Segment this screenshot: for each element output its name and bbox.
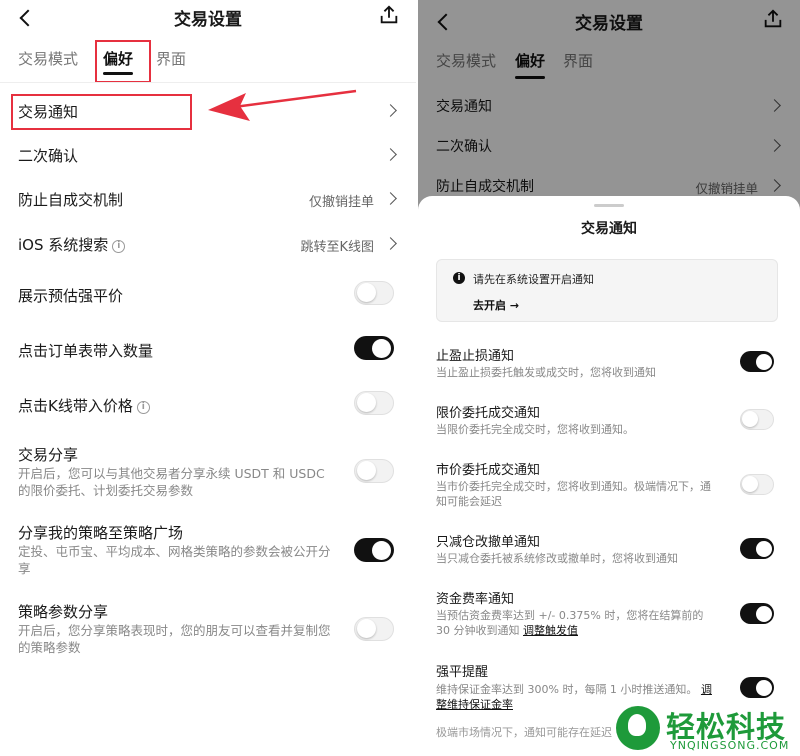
toggle-knob bbox=[372, 338, 391, 358]
page-title: 交易设置 bbox=[174, 10, 242, 30]
tab-bar: 交易模式 偏好 界面 bbox=[0, 40, 416, 80]
highlight-box-row bbox=[11, 94, 192, 130]
toggle-knob bbox=[357, 283, 376, 302]
item-label: 止盈止损通知 bbox=[436, 349, 515, 364]
toggle-switch[interactable] bbox=[354, 538, 394, 562]
info-icon[interactable]: i bbox=[136, 401, 150, 414]
row-label: 二次确认 bbox=[18, 147, 79, 165]
row-label: 点击订单表带入数量 bbox=[18, 342, 154, 360]
toggle-switch[interactable] bbox=[740, 409, 774, 430]
info-icon: i bbox=[453, 272, 465, 284]
toggle-switch[interactable] bbox=[740, 603, 774, 624]
toggle-knob bbox=[755, 679, 772, 696]
toggle-knob bbox=[357, 619, 376, 638]
row-order-qty: 点击订单表带入数量 bbox=[0, 335, 416, 365]
share-icon[interactable] bbox=[378, 4, 402, 28]
toggle-switch[interactable] bbox=[740, 677, 774, 698]
chevron-right-icon bbox=[386, 194, 396, 204]
tab-interface[interactable]: 界面 bbox=[156, 48, 186, 69]
toggle-knob bbox=[755, 540, 772, 557]
item-description: 当预估资金费率达到 +/- 0.375% 时，您将在结算前的 30 分钟收到通知… bbox=[436, 608, 714, 638]
chevron-right-icon bbox=[386, 150, 396, 160]
item-label: 只减仓改撤单通知 bbox=[436, 535, 541, 550]
footnote: 极端市场情况下，通知可能存在延迟 bbox=[436, 726, 612, 739]
row-kline-price: 点击K线带入价格 i bbox=[0, 390, 416, 420]
row-show-liq-price: 展示预估强平价 bbox=[0, 280, 416, 310]
notification-sheet: 交易通知 i 请先在系统设置开启通知 去开启 → 止盈止损通知 当止盈止损委托触… bbox=[418, 196, 800, 756]
left-screen: 交易设置 交易模式 偏好 界面 交易通知 二次确认 防止自成交机制 仅撤销挂单 … bbox=[0, 0, 416, 756]
row-ios-search[interactable]: iOS 系统搜索 i 跳转至K线图 bbox=[0, 229, 416, 259]
sheet-title: 交易通知 bbox=[581, 221, 637, 237]
toggle-switch[interactable] bbox=[740, 538, 774, 559]
row-label: 点击K线带入价格 i bbox=[18, 395, 150, 416]
red-arrow-annotation bbox=[208, 89, 357, 121]
toggle-switch[interactable] bbox=[354, 391, 394, 415]
sheet-grabber[interactable] bbox=[594, 204, 624, 207]
notice-box: i 请先在系统设置开启通知 去开启 → bbox=[436, 259, 778, 322]
item-label: 资金费率通知 bbox=[436, 592, 515, 607]
adjust-trigger-link[interactable]: 调整触发值 bbox=[523, 624, 578, 637]
row-trade-share: 交易分享 开启后，您可以与其他交易者分享永续 USDT 和 USDC 的限价委托… bbox=[0, 440, 416, 500]
toggle-knob bbox=[357, 461, 376, 480]
watermark: 轻松科技 YNQINGSONG.COM bbox=[610, 702, 800, 756]
toggle-switch[interactable] bbox=[740, 474, 774, 495]
item-label: 限价委托成交通知 bbox=[436, 406, 541, 421]
item-description: 当限价委托完全成交时，您将收到通知。 bbox=[436, 423, 634, 436]
chevron-right-icon bbox=[386, 106, 396, 116]
row-label: 分享我的策略至策略广场 bbox=[18, 524, 184, 542]
row-label: 防止自成交机制 bbox=[18, 191, 124, 209]
toggle-knob bbox=[742, 476, 758, 492]
row-label-text: 点击K线带入价格 bbox=[18, 397, 133, 415]
toggle-knob bbox=[755, 605, 772, 622]
item-description-text: 维持保证金率达到 300% 时，每隔 1 小时推送通知。 bbox=[436, 683, 698, 696]
go-enable-link[interactable]: 去开启 → bbox=[473, 297, 519, 313]
item-description: 当市价委托完全成交时，您将收到通知。极端情况下，通知可能会延迟 bbox=[436, 480, 711, 508]
toggle-knob bbox=[742, 411, 758, 427]
tab-trade-mode[interactable]: 交易模式 bbox=[18, 48, 78, 69]
row-label: 展示预估强平价 bbox=[18, 287, 124, 305]
highlight-box-tab bbox=[95, 40, 151, 83]
row-label: 策略参数分享 bbox=[18, 603, 109, 621]
item-label: 强平提醒 bbox=[436, 665, 489, 680]
row-label: 交易分享 bbox=[18, 446, 79, 464]
row-share-strategy: 分享我的策略至策略广场 定投、屯币宝、平均成本、网格类策略的参数会被公开分享 bbox=[0, 518, 416, 582]
row-label-text: iOS 系统搜索 bbox=[18, 236, 109, 254]
chevron-right-icon bbox=[386, 239, 396, 249]
row-value: 跳转至K线图 bbox=[300, 240, 374, 255]
notice-text: 请先在系统设置开启通知 bbox=[473, 273, 594, 286]
row-description: 开启后，您可以与其他交易者分享永续 USDT 和 USDC 的限价委托、计划委托… bbox=[18, 466, 325, 498]
item-label: 市价委托成交通知 bbox=[436, 463, 541, 478]
row-value: 仅撤销挂单 bbox=[308, 195, 374, 210]
toggle-knob bbox=[357, 393, 376, 412]
right-screen: 交易设置 交易模式 偏好 界面 交易通知 二次确认 防止自成交机制 仅撤销挂单 … bbox=[418, 0, 800, 756]
item-description: 当只减仓委托被系统修改或撤单时，您将收到通知 bbox=[436, 552, 678, 565]
row-description: 定投、屯币宝、平均成本、网格类策略的参数会被公开分享 bbox=[18, 544, 331, 576]
row-description: 开启后，您分享策略表现时，您的朋友可以查看并复制您的策略参数 bbox=[18, 623, 331, 655]
watermark-logo-icon bbox=[616, 706, 660, 750]
top-bar: 交易设置 bbox=[0, 0, 416, 36]
row-label: iOS 系统搜索 i bbox=[18, 234, 126, 255]
row-self-trade-prevention[interactable]: 防止自成交机制 仅撤销挂单 bbox=[0, 184, 416, 214]
watermark-subtext: YNQINGSONG.COM bbox=[670, 739, 790, 752]
item-description: 当止盈止损委托触发或成交时，您将收到通知 bbox=[436, 366, 656, 379]
toggle-switch[interactable] bbox=[354, 336, 394, 360]
divider bbox=[0, 82, 416, 83]
toggle-switch[interactable] bbox=[354, 459, 394, 483]
toggle-knob bbox=[755, 353, 772, 370]
row-strategy-params: 策略参数分享 开启后，您分享策略表现时，您的朋友可以查看并复制您的策略参数 bbox=[0, 597, 416, 661]
toggle-knob bbox=[372, 540, 391, 560]
info-icon[interactable]: i bbox=[112, 240, 126, 253]
row-second-confirm[interactable]: 二次确认 bbox=[0, 140, 416, 170]
toggle-switch[interactable] bbox=[354, 281, 394, 305]
toggle-switch[interactable] bbox=[740, 351, 774, 372]
toggle-switch[interactable] bbox=[354, 617, 394, 641]
